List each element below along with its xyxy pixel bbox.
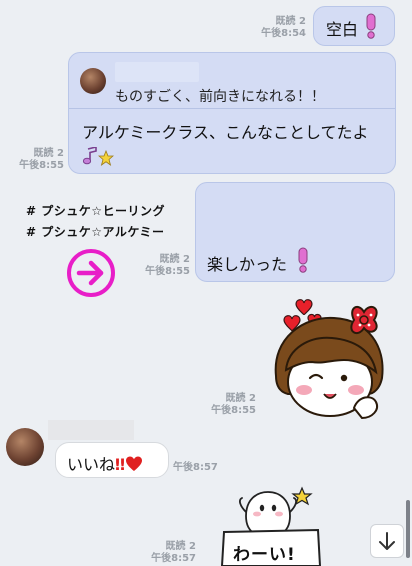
message-bubble-mine[interactable]: 楽しかった bbox=[195, 182, 395, 282]
music-note-icon bbox=[82, 145, 97, 165]
girl-sticker[interactable] bbox=[258, 290, 400, 424]
read-receipt: 既読 2 午後8:57 bbox=[151, 541, 196, 564]
scroll-down-icon bbox=[379, 532, 395, 550]
message-bubble-other[interactable]: いいね‼ bbox=[55, 442, 169, 478]
quoted-text: ものすごく、前向きになれる！！ bbox=[115, 89, 325, 105]
message-text: アルケミークラス、こんなことしてたよ bbox=[82, 120, 382, 170]
avatar bbox=[80, 68, 106, 94]
message-bubble-mine[interactable]: ものすごく、前向きになれる！！ アルケミークラス、こんなことしてたよ bbox=[68, 52, 396, 174]
message-bubble-mine[interactable]: 空白 bbox=[313, 6, 395, 46]
timestamp: 午後8:57 bbox=[173, 462, 218, 473]
star-icon bbox=[97, 149, 115, 166]
exclamation-icon bbox=[298, 247, 308, 273]
read-receipt: 既読 2 午後8:55 bbox=[19, 148, 64, 171]
sender-name-redacted bbox=[48, 420, 134, 440]
heart-icon bbox=[295, 299, 313, 316]
read-receipt: 既読 2 午後8:55 bbox=[211, 393, 256, 416]
read-receipt: 既読 2 午後8:55 bbox=[145, 254, 190, 277]
double-exclamation-icon: ‼ bbox=[115, 455, 126, 474]
quote-divider bbox=[69, 108, 395, 109]
quoted-name-redacted bbox=[115, 62, 199, 82]
hashtag-overlay: # プシュケ☆ヒーリング # プシュケ☆アルケミー bbox=[26, 204, 165, 239]
exclamation-icon bbox=[366, 13, 376, 39]
message-text: 空白 bbox=[326, 20, 359, 39]
read-receipt: 既読 2 午後8:54 bbox=[261, 16, 306, 39]
arrow-right-icon bbox=[67, 249, 115, 297]
message-text: 楽しかった bbox=[207, 255, 288, 274]
sticker-text: わーい! bbox=[233, 545, 296, 565]
scrollbar[interactable] bbox=[406, 500, 410, 558]
message-text: いいね‼ bbox=[67, 451, 143, 475]
avatar[interactable] bbox=[6, 428, 44, 466]
heart-icon bbox=[126, 456, 143, 471]
scroll-down-button[interactable] bbox=[370, 524, 404, 558]
